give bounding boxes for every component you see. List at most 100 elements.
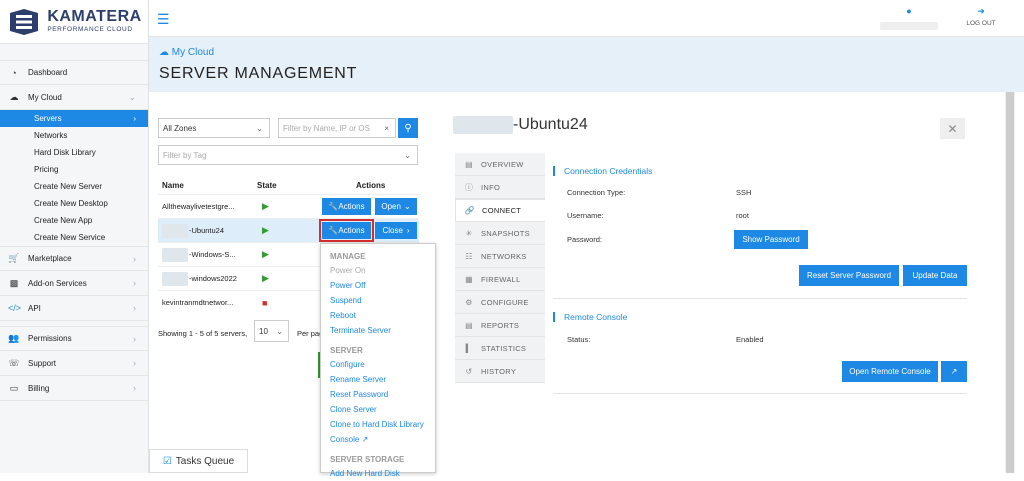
tab-label: STATISTICS xyxy=(481,343,527,353)
breadcrumb[interactable]: ☁ My Cloud xyxy=(159,47,214,58)
sidebar-sub-networks[interactable]: Networks xyxy=(0,127,148,144)
credit-card-icon: ▭ xyxy=(9,382,19,393)
update-data-button[interactable]: Update Data xyxy=(903,265,967,286)
menu-item-reboot[interactable]: Reboot xyxy=(330,308,435,323)
logout-label: LOG OUT xyxy=(966,20,996,27)
sidebar-item-dashboard[interactable]: ◔ Dashboard xyxy=(0,60,148,85)
menu-item-power-off[interactable]: Power Off xyxy=(330,278,435,293)
detail-tabs: ▤ OVERVIEW ⓘ INFO 🔗 CONNECT ✳ SNAPSHOTS ☷ NET… xyxy=(455,153,545,383)
user-menu[interactable]: ● xyxy=(869,6,949,30)
tab-label: NETWORKS xyxy=(481,251,527,261)
sidebar-sub-create-new-server[interactable]: Create New Server xyxy=(0,178,148,195)
tab-label: CONNECT xyxy=(482,206,522,215)
sidebar-item-permissions[interactable]: 👥 Permissions › xyxy=(0,326,148,351)
redacted-text xyxy=(162,247,188,262)
tasks-queue-button[interactable]: ☑ Tasks Queue xyxy=(149,449,248,473)
tag-filter-select[interactable]: Filter by Tag ⌄ xyxy=(158,145,418,165)
tab-reports[interactable]: ▤ REPORTS xyxy=(455,314,545,337)
open-console-new-window-button[interactable]: ↗ xyxy=(941,361,967,382)
sidebar-sub-create-new-app[interactable]: Create New App xyxy=(0,212,148,229)
sidebar-item-label: Billing xyxy=(28,383,50,393)
column-header-state[interactable]: State xyxy=(257,181,277,190)
redacted-text xyxy=(162,223,188,238)
scrollbar-thumb[interactable] xyxy=(1006,92,1014,473)
search-button[interactable]: ⚲ xyxy=(398,118,418,138)
close-panel-button[interactable]: ✕ xyxy=(940,118,965,139)
logout-button[interactable]: ➜ LOG OUT xyxy=(961,6,1001,27)
server-name[interactable]: kevintranmdtnetwor... xyxy=(162,298,233,307)
sidebar-item-support[interactable]: ☏ Support › xyxy=(0,351,148,376)
sidebar-item-my-cloud[interactable]: ☁ My Cloud ⌄ xyxy=(0,85,148,110)
open-remote-console-button[interactable]: Open Remote Console xyxy=(842,361,938,382)
sidebar-item-billing[interactable]: ▭ Billing › xyxy=(0,376,148,401)
menu-item-add-new-hard-disk[interactable]: Add New Hard Disk xyxy=(330,466,435,481)
column-header-name[interactable]: Name xyxy=(162,181,184,190)
server-name[interactable]: -Ubuntu24 xyxy=(162,223,224,238)
chevron-right-icon: › xyxy=(133,253,136,264)
menu-section-server: SERVER xyxy=(330,346,363,355)
menu-item-configure[interactable]: Configure xyxy=(330,357,435,372)
menu-item-clone-to-hard-disk-library[interactable]: Clone to Hard Disk Library xyxy=(330,417,435,432)
sidebar-sub-servers[interactable]: Servers › xyxy=(0,110,148,127)
menu-section-server-storage: SERVER STORAGE xyxy=(330,455,405,464)
tab-info[interactable]: ⓘ INFO xyxy=(455,176,545,199)
page-scrollbar[interactable] xyxy=(1005,92,1015,473)
tab-label: OVERVIEW xyxy=(481,159,524,169)
running-icon: ▶ xyxy=(262,249,269,259)
sidebar-sub-pricing[interactable]: Pricing xyxy=(0,161,148,178)
server-name-text: -Windows-S... xyxy=(189,250,236,259)
tab-networks[interactable]: ☷ NETWORKS xyxy=(455,245,545,268)
sidebar-sub-hard-disk-library[interactable]: Hard Disk Library xyxy=(0,144,148,161)
menu-item-rename-server[interactable]: Rename Server xyxy=(330,372,435,387)
show-password-button[interactable]: Show Password xyxy=(734,230,808,249)
menu-item-reset-password[interactable]: Reset Password xyxy=(330,387,435,402)
sidebar-item-marketplace[interactable]: 🛒 Marketplace › xyxy=(0,246,148,271)
menu-item-clone-server[interactable]: Clone Server xyxy=(330,402,435,417)
zone-select[interactable]: All Zones ⌄ xyxy=(158,118,270,138)
server-name[interactable]: -windows2022 xyxy=(162,271,237,286)
per-page-select[interactable]: 10 ⌄ xyxy=(254,320,289,342)
tab-configure[interactable]: ⚙ CONFIGURE xyxy=(455,291,545,314)
sidebar-sub-create-new-desktop[interactable]: Create New Desktop xyxy=(0,195,148,212)
sidebar-sub-create-new-service[interactable]: Create New Service xyxy=(0,229,148,246)
chevron-right-icon: › xyxy=(406,226,410,235)
tab-snapshots[interactable]: ✳ SNAPSHOTS xyxy=(455,222,545,245)
remote-console-status-value: Enabled xyxy=(736,335,764,344)
search-icon: ⚲ xyxy=(404,122,412,134)
sidebar-sub-label: Create New Desktop xyxy=(34,199,108,208)
reset-server-password-button[interactable]: Reset Server Password xyxy=(799,265,899,286)
kamatera-logo[interactable]: KAMATERA PERFORMANCE CLOUD xyxy=(0,0,148,44)
sidebar: KAMATERA PERFORMANCE CLOUD ◔ Dashboard ☁… xyxy=(0,0,149,473)
connection-type-label: Connection Type: xyxy=(567,188,626,197)
chevron-down-icon: ⌄ xyxy=(404,150,411,160)
clear-icon[interactable]: × xyxy=(384,124,389,133)
page-header: ☁ My Cloud SERVER MANAGEMENT xyxy=(149,37,1024,92)
close-button[interactable]: Close › xyxy=(375,222,417,239)
sidebar-item-api[interactable]: </> API › xyxy=(0,296,148,321)
server-name[interactable]: -Windows-S... xyxy=(162,247,236,262)
tab-history[interactable]: ↺ HISTORY xyxy=(455,360,545,383)
tab-statistics[interactable]: ▍ STATISTICS xyxy=(455,337,545,360)
section-title-remote-console: Remote Console xyxy=(553,312,627,322)
server-name[interactable]: Alltheway​livetestgre... xyxy=(162,202,235,211)
tab-connect[interactable]: 🔗 CONNECT xyxy=(455,199,545,222)
open-button[interactable]: Open ⌄ xyxy=(375,198,417,215)
file-icon: ▤ xyxy=(465,159,473,169)
server-detail-title: -Ubuntu24 xyxy=(453,116,588,134)
sidebar-item-label: API xyxy=(28,303,41,313)
search-input[interactable]: Filter by Name, IP or OS × xyxy=(278,118,396,138)
actions-button[interactable]: 🔧 Actions xyxy=(319,219,374,242)
menu-item-console[interactable]: Console ↗ xyxy=(330,432,435,447)
sidebar-nav: ◔ Dashboard ☁ My Cloud ⌄ Servers › Netwo… xyxy=(0,60,148,401)
per-page-value: 10 xyxy=(259,326,268,336)
tab-firewall[interactable]: ▦ FIREWALL xyxy=(455,268,545,291)
menu-item-suspend[interactable]: Suspend xyxy=(330,293,435,308)
hamburger-menu-icon[interactable]: ☰ xyxy=(157,11,170,28)
actions-button[interactable]: 🔧 Actions xyxy=(322,198,371,215)
sidebar-item-add-on-services[interactable]: ▩ Add-on Services › xyxy=(0,271,148,296)
sidebar-item-label: Permissions xyxy=(28,334,72,343)
server-detail-title-text: -Ubuntu24 xyxy=(513,116,588,133)
username-label: Username: xyxy=(567,211,604,220)
menu-item-terminate-server[interactable]: Terminate Server xyxy=(330,323,435,338)
tab-overview[interactable]: ▤ OVERVIEW xyxy=(455,153,545,176)
